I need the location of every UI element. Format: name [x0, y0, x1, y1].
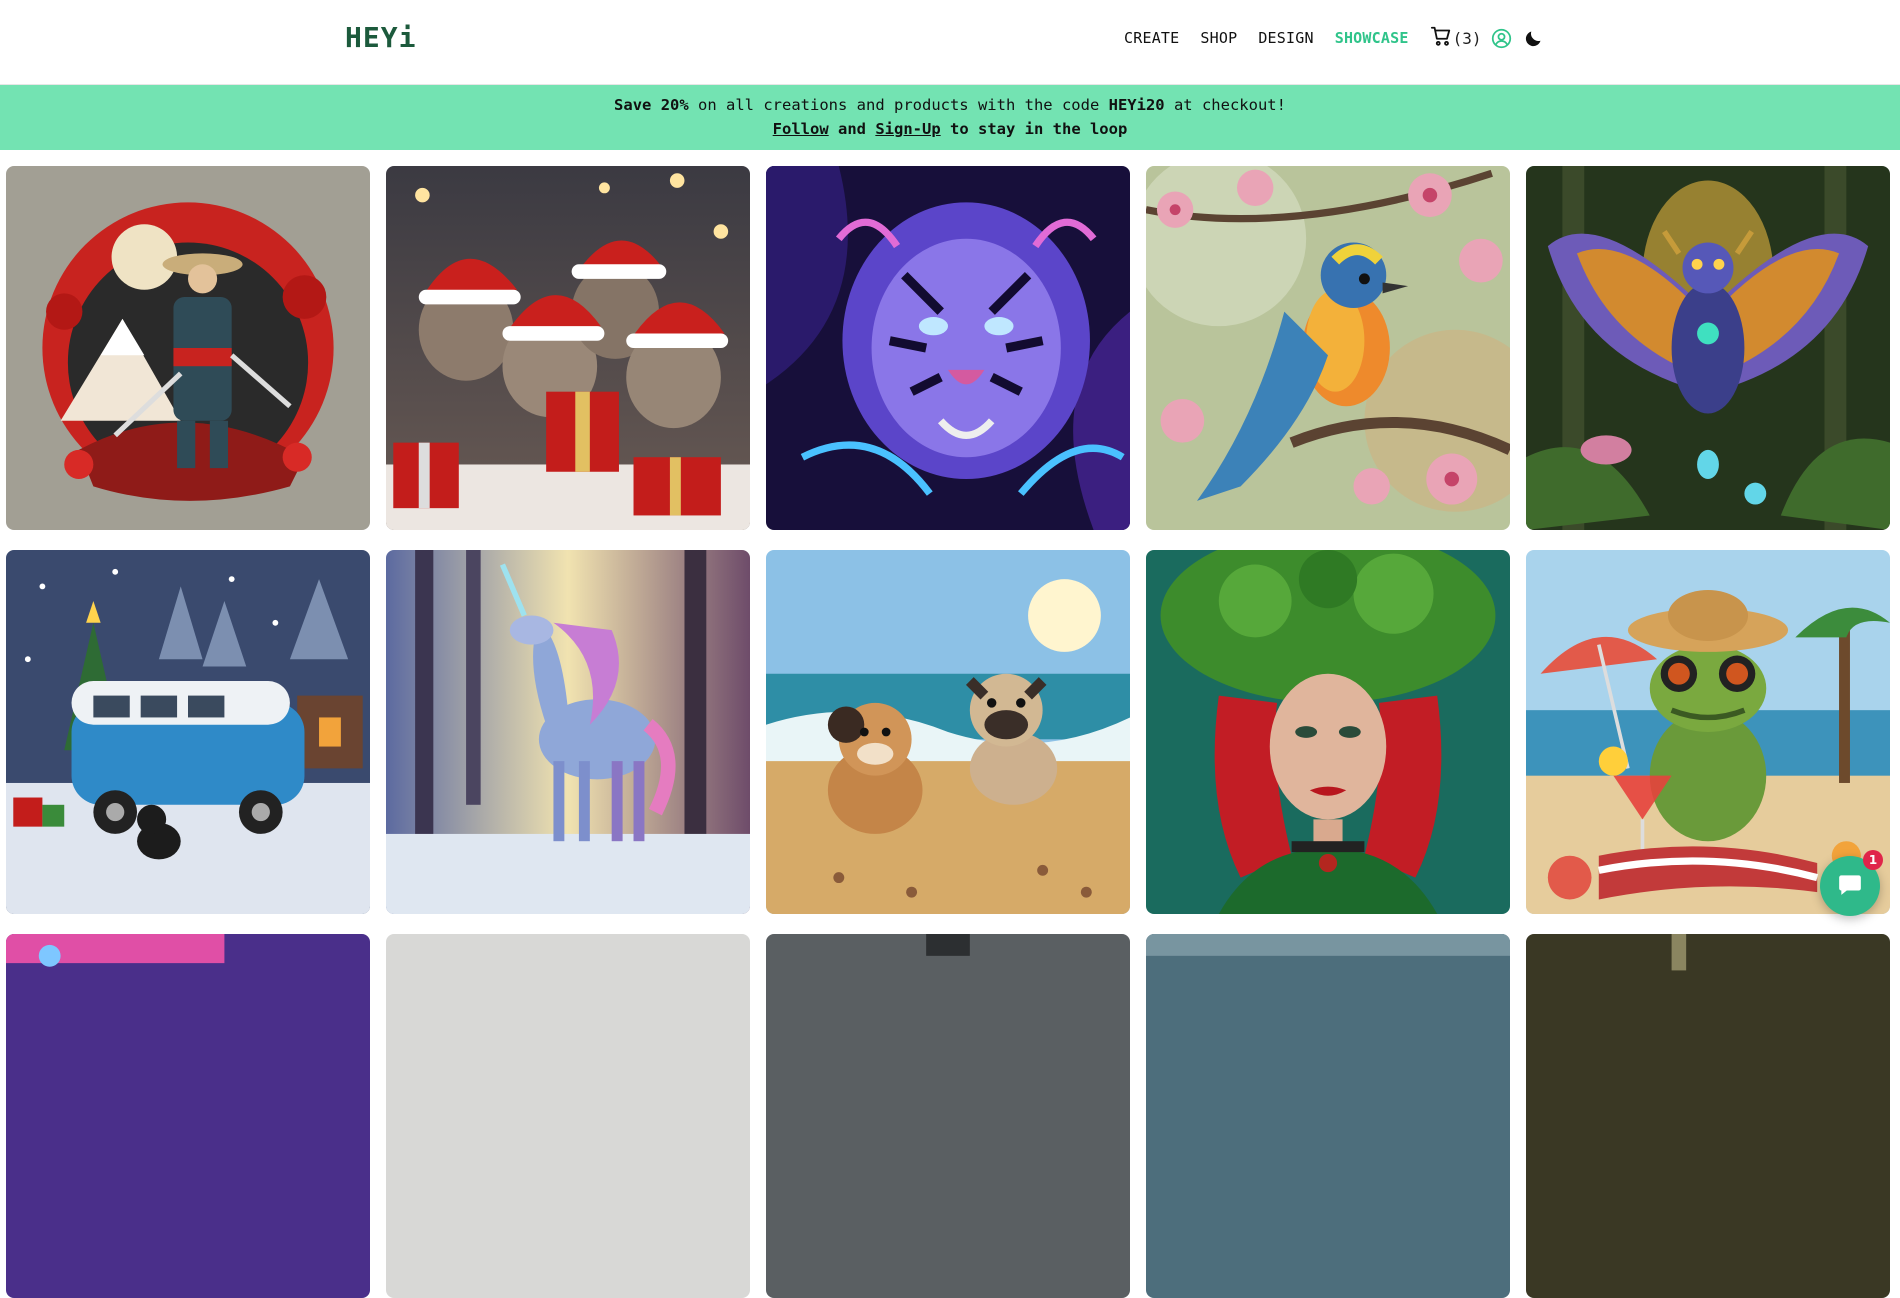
- mystic-owl-artwork[interactable]: [1526, 166, 1890, 530]
- promo-suffix: at checkout!: [1164, 96, 1286, 114]
- nav-create[interactable]: CREATE: [1124, 29, 1179, 47]
- follow-link[interactable]: Follow: [773, 120, 829, 138]
- samurai-artwork[interactable]: [6, 166, 370, 530]
- christmas-kittens-artwork[interactable]: [386, 166, 750, 530]
- winter-van-dog-artwork[interactable]: [6, 550, 370, 914]
- follow-and: and: [828, 120, 876, 138]
- red-haired-woman-artwork[interactable]: [1146, 550, 1510, 914]
- promo-banner: Save 20% on all creations and products w…: [0, 85, 1900, 150]
- neon-tiger-artwork[interactable]: [766, 166, 1130, 530]
- nav-design[interactable]: DESIGN: [1258, 29, 1313, 47]
- user-circle-icon[interactable]: [1491, 28, 1512, 49]
- songbird-blossoms-artwork[interactable]: [1146, 166, 1510, 530]
- forest-artwork[interactable]: [1526, 934, 1890, 1298]
- cart-icon: [1430, 25, 1453, 51]
- main-nav: CREATE SHOP DESIGN SHOWCASE (3): [1124, 25, 1544, 51]
- follow-suffix: to stay in the loop: [940, 120, 1128, 138]
- blue-landscape-artwork[interactable]: [1146, 934, 1510, 1298]
- cart-count: (3): [1452, 28, 1482, 48]
- moon-icon[interactable]: [1523, 28, 1544, 49]
- beach-puppies-artwork[interactable]: [766, 550, 1130, 914]
- chat-notification-badge: 1: [1863, 850, 1883, 870]
- logo[interactable]: HEYi: [345, 21, 416, 54]
- site-header: HEYi CREATE SHOP DESIGN SHOWCASE (3): [0, 0, 1900, 85]
- signup-link[interactable]: Sign-Up: [875, 120, 940, 138]
- nav-shop[interactable]: SHOP: [1200, 29, 1237, 47]
- promo-text: on all creations and products with the c…: [688, 96, 1109, 114]
- galaxy-artwork[interactable]: [6, 934, 370, 1298]
- light-artwork[interactable]: [386, 934, 750, 1298]
- nav-showcase[interactable]: SHOWCASE: [1335, 29, 1409, 47]
- cart-button[interactable]: (3): [1430, 25, 1482, 51]
- promo-line: Save 20% on all creations and products w…: [0, 96, 1900, 114]
- follow-line: Follow and Sign-Up to stay in the loop: [0, 120, 1900, 138]
- dark-object-artwork[interactable]: [766, 934, 1130, 1298]
- chat-bubble-icon: [1837, 871, 1863, 901]
- promo-code: HEYi20: [1108, 96, 1165, 114]
- forest-unicorn-artwork[interactable]: [386, 550, 750, 914]
- promo-discount: Save 20%: [614, 96, 689, 114]
